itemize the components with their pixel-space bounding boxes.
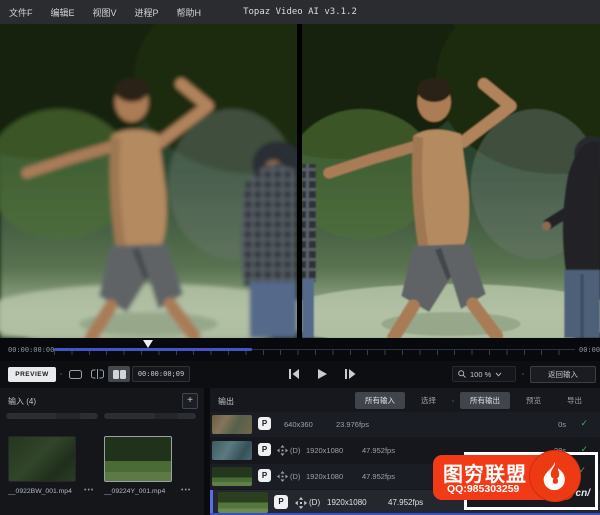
step-back-icon <box>289 369 300 379</box>
tab-select[interactable]: 选择 <box>411 392 446 409</box>
output-preview[interactable] <box>302 24 600 338</box>
current-timecode-display[interactable]: 00:00:00;09 <box>132 366 190 382</box>
input-thumbnail-1[interactable] <box>8 436 76 482</box>
timeline-ruler[interactable] <box>54 349 575 357</box>
step-forward-button[interactable] <box>339 366 361 382</box>
output-fps: 23.976fps <box>336 420 369 429</box>
separator-dot <box>60 373 62 375</box>
upscale-icon <box>277 471 288 482</box>
output-resolution: 1920x1080 <box>306 446 343 455</box>
step-forward-icon <box>345 369 356 379</box>
output-scale-label: (D) <box>290 472 300 481</box>
video-comparison-viewer <box>0 24 600 338</box>
output-scale-label: (D) <box>309 498 320 507</box>
menu-help[interactable]: 帮助H <box>168 6 211 19</box>
watermark-url-fragment: cn/ <box>576 488 590 499</box>
output-row-thumbnail <box>212 415 252 434</box>
preview-badge: P <box>258 443 271 456</box>
magnifier-icon <box>458 370 466 378</box>
output-filter-tabs: 所有输入 选择 所有输出 预览 导出 <box>350 392 592 409</box>
input-preview[interactable] <box>0 24 297 338</box>
zoom-level-value: 100 % <box>470 370 491 379</box>
input-panel: 输入 (4) + __0922BW_001.mp4 ••• __09224Y_0… <box>0 388 204 515</box>
output-row-thumbnail <box>212 441 252 460</box>
output-duration: 0s <box>558 420 566 429</box>
watermark-banner: 图穷联盟 QQ:985303259 <box>433 455 574 500</box>
menu-edit[interactable]: 编辑E <box>42 6 84 19</box>
input-panel-title: 输入 (4) <box>8 396 36 407</box>
output-fps: 47.952fps <box>362 472 395 481</box>
tab-all-inputs[interactable]: 所有输入 <box>355 392 405 409</box>
menu-process[interactable]: 进程P <box>126 6 168 19</box>
output-fps: 47.952fps <box>362 446 395 455</box>
upscale-icon <box>295 497 307 509</box>
separator-dot <box>126 373 128 375</box>
input-filename-2: __09224Y_001.mp4 <box>104 488 165 495</box>
output-row-1[interactable]: P 640x360 23.976fps 0s ✓ <box>210 412 600 437</box>
timeline-playhead[interactable] <box>143 340 153 348</box>
add-input-button[interactable]: + <box>182 393 198 409</box>
output-row-thumbnail <box>218 492 268 513</box>
input-item-menu-1[interactable]: ••• <box>84 487 94 494</box>
transport-bar: PREVIEW 00:00:00;09 <box>0 361 600 388</box>
input-thumbnail-2[interactable] <box>104 436 172 482</box>
done-check-icon: ✓ <box>580 418 588 429</box>
side-by-side-view-icon <box>113 370 126 379</box>
split-view-icon <box>91 369 104 379</box>
chevron-down-icon <box>495 372 502 377</box>
output-panel-title: 输出 <box>218 396 234 407</box>
input-item-menu-2[interactable]: ••• <box>181 487 191 494</box>
watermark-qq-number: QQ:985303259 <box>447 483 519 495</box>
output-scale-label: (D) <box>290 446 300 455</box>
flame-icon <box>538 459 572 493</box>
input-filename-1: __0922BW_001.mp4 <box>8 488 72 495</box>
tab-all-outputs[interactable]: 所有输出 <box>460 392 510 409</box>
output-resolution: 640x360 <box>284 420 313 429</box>
preview-button[interactable]: PREVIEW <box>8 367 56 382</box>
single-view-icon <box>69 370 82 379</box>
preview-badge: P <box>258 417 271 430</box>
separator-dot <box>522 373 524 375</box>
zoom-level-control[interactable]: 100 % <box>452 366 516 382</box>
tab-preview[interactable]: 预览 <box>516 392 551 409</box>
output-resolution: 1920x1080 <box>327 498 367 507</box>
menu-bar: 文件F 编辑E 视图V 进程P 帮助H Topaz Video AI v3.1.… <box>0 0 600 24</box>
menu-file[interactable]: 文件F <box>0 6 42 19</box>
preview-badge: P <box>274 495 288 509</box>
separator-dot <box>452 400 454 402</box>
timeline-progress-bar <box>54 348 252 351</box>
flame-logo <box>529 450 581 502</box>
partial-input-item[interactable] <box>6 413 98 419</box>
input-preview-frame <box>0 24 297 338</box>
partial-input-item[interactable] <box>104 413 196 419</box>
timeline: 00:00:00:00 00:00: <box>0 338 600 361</box>
return-to-input-button[interactable]: 返回输入 <box>530 366 596 383</box>
view-mode-split-button[interactable] <box>86 366 108 382</box>
timeline-start-timecode: 00:00:00:00 <box>8 346 54 354</box>
output-preview-frame <box>302 24 600 338</box>
timeline-end-timecode: 00:00: <box>579 346 600 354</box>
upscale-icon <box>277 445 288 456</box>
menu-view[interactable]: 视图V <box>84 6 126 19</box>
play-icon <box>318 369 327 379</box>
view-mode-single-button[interactable] <box>64 366 86 382</box>
preview-badge: P <box>258 469 271 482</box>
step-back-button[interactable] <box>283 366 305 382</box>
output-resolution: 1920x1080 <box>306 472 343 481</box>
selected-row-indicator <box>210 490 213 515</box>
tab-export[interactable]: 导出 <box>557 392 592 409</box>
topaz-video-ai-window: 文件F 编辑E 视图V 进程P 帮助H Topaz Video AI v3.1.… <box>0 0 600 515</box>
output-row-thumbnail <box>212 467 252 486</box>
output-fps: 47.952fps <box>388 498 423 507</box>
play-button[interactable] <box>311 366 333 382</box>
